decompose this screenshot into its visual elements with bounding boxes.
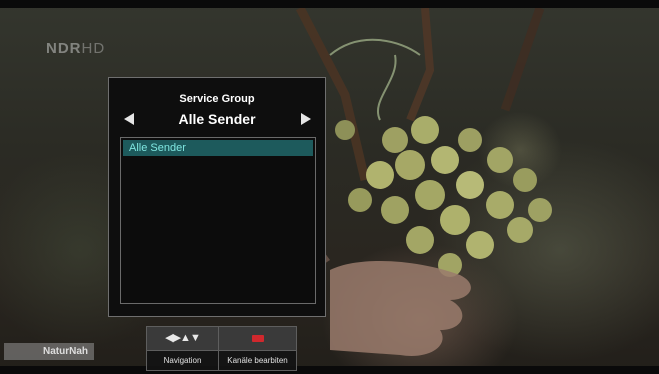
grape-bunch xyxy=(335,116,552,277)
group-selector: Alle Sender xyxy=(109,110,325,130)
next-group-arrow-icon[interactable] xyxy=(301,113,311,125)
help-navigation: ◀▶▲▼ Navigation xyxy=(147,327,219,370)
program-label: NaturNah xyxy=(4,343,94,360)
edit-channels-label: Kanäle bearbiten xyxy=(227,356,288,365)
channel-logo-main: NDR xyxy=(46,40,82,57)
red-key-icon xyxy=(252,335,264,342)
letterbox-bottom xyxy=(0,366,659,374)
letterbox-top xyxy=(0,0,659,8)
help-navigation-keys: ◀▶▲▼ xyxy=(147,327,218,351)
selected-group-label: Alle Sender xyxy=(178,111,256,127)
service-group-dialog: Service Group Alle Sender Alle Sender xyxy=(108,77,326,317)
channel-list: Alle Sender xyxy=(120,137,316,304)
list-item[interactable]: Alle Sender xyxy=(123,140,313,156)
dialog-title: Service Group xyxy=(179,93,255,105)
help-edit-keys xyxy=(219,327,296,351)
help-bar: ◀▶▲▼ Navigation Kanäle bearbiten xyxy=(146,326,297,371)
navigation-arrows-icon: ◀▶▲▼ xyxy=(165,332,201,344)
channel-logo: NDRHD xyxy=(46,40,105,57)
channel-logo-hd: HD xyxy=(81,40,106,57)
navigation-label: Navigation xyxy=(163,356,202,365)
help-edit-channels: Kanäle bearbiten xyxy=(219,327,296,370)
